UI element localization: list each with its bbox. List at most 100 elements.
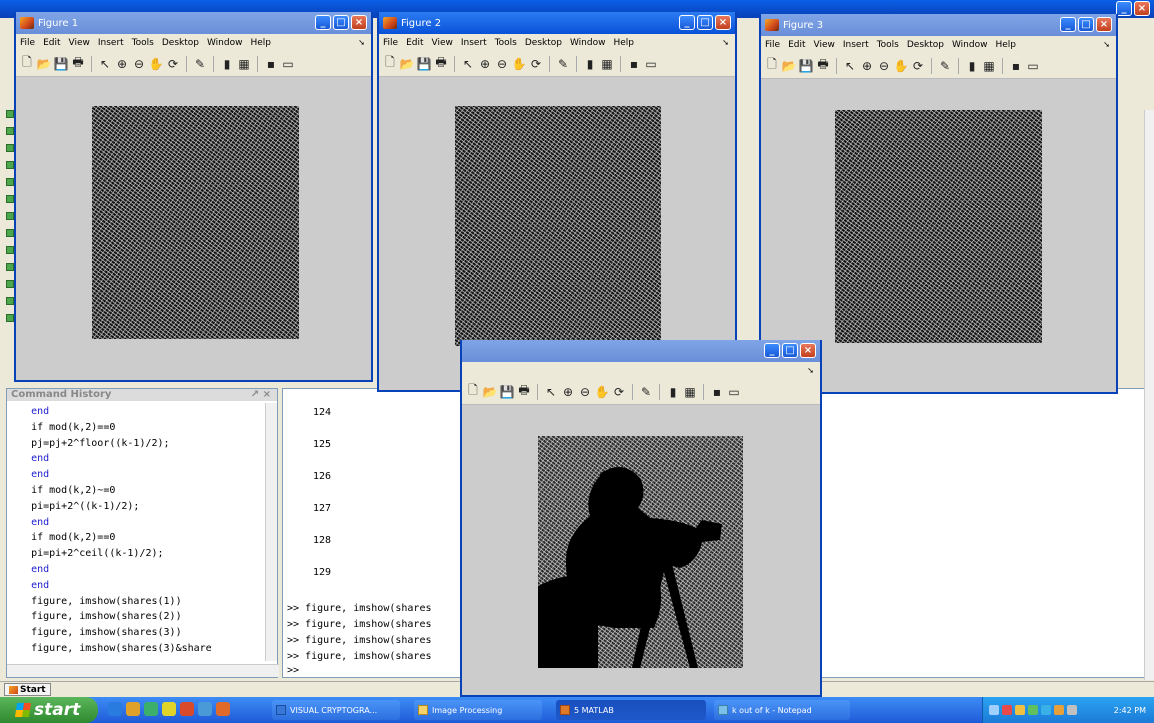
history-line[interactable]: if mod(k,2)~=0: [7, 483, 277, 499]
new-file-icon[interactable]: 🗋: [466, 383, 480, 400]
minimize-icon[interactable]: _: [679, 15, 695, 30]
menu-tools[interactable]: Tools: [877, 40, 899, 50]
security-icon[interactable]: [1002, 705, 1012, 715]
variable-icon[interactable]: [6, 280, 14, 288]
legend-icon[interactable]: ▦: [982, 58, 996, 74]
hide-plot-tools-icon[interactable]: ▪: [627, 56, 641, 72]
signal-icon[interactable]: [1028, 705, 1038, 715]
tray-app-icon[interactable]: [1067, 705, 1077, 715]
open-folder-icon[interactable]: 📂: [400, 56, 415, 72]
close-icon[interactable]: ×: [351, 15, 367, 30]
figure-title-bar[interactable]: _ □ ×: [462, 340, 820, 362]
hide-plot-tools-icon[interactable]: ▪: [264, 56, 278, 72]
colorbar-icon[interactable]: ▮: [965, 58, 979, 74]
task-matlab[interactable]: 5 MATLAB: [556, 700, 706, 720]
clock[interactable]: 2:42 PM: [1114, 706, 1146, 715]
save-icon[interactable]: 💾: [54, 56, 69, 72]
dock-arrow-icon[interactable]: ➘: [722, 38, 729, 47]
menu-tools[interactable]: Tools: [495, 38, 517, 48]
print-icon[interactable]: 🖶: [434, 55, 448, 72]
task-notepad[interactable]: k out of k - Notepad: [714, 700, 850, 720]
history-horizontal-scrollbar[interactable]: [7, 664, 279, 677]
menu-edit[interactable]: Edit: [406, 38, 423, 48]
menu-window[interactable]: Window: [207, 38, 243, 48]
legend-icon[interactable]: ▦: [683, 384, 697, 400]
minimize-icon[interactable]: _: [764, 343, 780, 358]
close-icon[interactable]: ×: [800, 343, 816, 358]
history-line[interactable]: end: [7, 515, 277, 531]
menu-window[interactable]: Window: [570, 38, 606, 48]
history-line[interactable]: figure, imshow(shares(3)): [7, 625, 277, 641]
close-icon[interactable]: ×: [1134, 1, 1150, 16]
variable-icon[interactable]: [6, 263, 14, 271]
menu-file[interactable]: File: [383, 38, 398, 48]
new-file-icon[interactable]: 🗋: [20, 55, 34, 72]
minimize-icon[interactable]: _: [1060, 17, 1076, 32]
pointer-icon[interactable]: ↖: [461, 56, 475, 72]
task-image-processing[interactable]: Image Processing: [414, 700, 542, 720]
menu-window[interactable]: Window: [952, 40, 988, 50]
menu-edit[interactable]: Edit: [788, 40, 805, 50]
update-icon[interactable]: [1015, 705, 1025, 715]
open-folder-icon[interactable]: 📂: [483, 384, 498, 400]
dock-arrow-icon[interactable]: ➘: [358, 38, 365, 47]
history-line[interactable]: end: [7, 404, 277, 420]
menu-desktop[interactable]: Desktop: [162, 38, 199, 48]
minimize-icon[interactable]: _: [315, 15, 331, 30]
menu-view[interactable]: View: [432, 38, 453, 48]
app-icon[interactable]: [216, 702, 230, 716]
legend-icon[interactable]: ▦: [237, 56, 251, 72]
history-line[interactable]: pi=pi+2^((k-1)/2);: [7, 499, 277, 515]
command-window-scrollbar[interactable]: [1144, 110, 1154, 680]
close-icon[interactable]: ×: [1096, 17, 1112, 32]
pan-icon[interactable]: ✋: [512, 56, 527, 72]
figure-title-bar[interactable]: Figure 2 _ □ ×: [379, 12, 735, 34]
menu-insert[interactable]: Insert: [843, 40, 869, 50]
matlab-start-button[interactable]: Start: [4, 683, 51, 696]
history-line[interactable]: figure, imshow(shares(1)): [7, 594, 277, 610]
open-folder-icon[interactable]: 📂: [782, 58, 797, 74]
menu-desktop[interactable]: Desktop: [525, 38, 562, 48]
colorbar-icon[interactable]: ▮: [220, 56, 234, 72]
open-folder-icon[interactable]: 📂: [37, 56, 52, 72]
zoom-out-icon[interactable]: ⊖: [877, 58, 891, 74]
figure-window-3[interactable]: Figure 3 _ □ × File Edit View Insert Too…: [759, 14, 1118, 394]
variable-icon[interactable]: [6, 246, 14, 254]
history-line[interactable]: pi=pi+2^ceil((k-1)/2);: [7, 546, 277, 562]
menu-help[interactable]: Help: [250, 38, 271, 48]
command-history-panel[interactable]: Command History ↗ × end if mod(k,2)==0 p…: [6, 388, 279, 678]
variable-icon[interactable]: [6, 110, 14, 118]
data-cursor-icon[interactable]: ✎: [938, 58, 952, 74]
zoom-in-icon[interactable]: ⊕: [115, 56, 129, 72]
show-plot-tools-icon[interactable]: ▭: [644, 56, 658, 72]
data-cursor-icon[interactable]: ✎: [639, 384, 653, 400]
pointer-icon[interactable]: ↖: [544, 384, 558, 400]
messenger-icon[interactable]: [144, 702, 158, 716]
print-icon[interactable]: 🖶: [816, 57, 830, 74]
close-icon[interactable]: ↗ ×: [251, 389, 271, 401]
new-file-icon[interactable]: 🗋: [383, 55, 397, 72]
history-line[interactable]: figure, imshow(shares(2)): [7, 609, 277, 625]
menu-help[interactable]: Help: [613, 38, 634, 48]
menu-insert[interactable]: Insert: [98, 38, 124, 48]
show-plot-tools-icon[interactable]: ▭: [727, 384, 741, 400]
dock-arrow-icon[interactable]: ➘: [1103, 40, 1110, 49]
rotate-icon[interactable]: ⟳: [612, 384, 626, 400]
menu-insert[interactable]: Insert: [461, 38, 487, 48]
legend-icon[interactable]: ▦: [600, 56, 614, 72]
variable-icon[interactable]: [6, 178, 14, 186]
history-line[interactable]: end: [7, 467, 277, 483]
ie-icon[interactable]: [108, 702, 122, 716]
menu-edit[interactable]: Edit: [43, 38, 60, 48]
pointer-icon[interactable]: ↖: [843, 58, 857, 74]
hide-plot-tools-icon[interactable]: ▪: [710, 384, 724, 400]
close-icon[interactable]: ×: [715, 15, 731, 30]
rotate-icon[interactable]: ⟳: [166, 56, 180, 72]
colorbar-icon[interactable]: ▮: [666, 384, 680, 400]
zoom-out-icon[interactable]: ⊖: [132, 56, 146, 72]
history-line[interactable]: end: [7, 562, 277, 578]
pan-icon[interactable]: ✋: [894, 58, 909, 74]
hide-plot-tools-icon[interactable]: ▪: [1009, 58, 1023, 74]
start-button[interactable]: start: [0, 697, 98, 723]
print-icon[interactable]: 🖶: [517, 383, 531, 400]
